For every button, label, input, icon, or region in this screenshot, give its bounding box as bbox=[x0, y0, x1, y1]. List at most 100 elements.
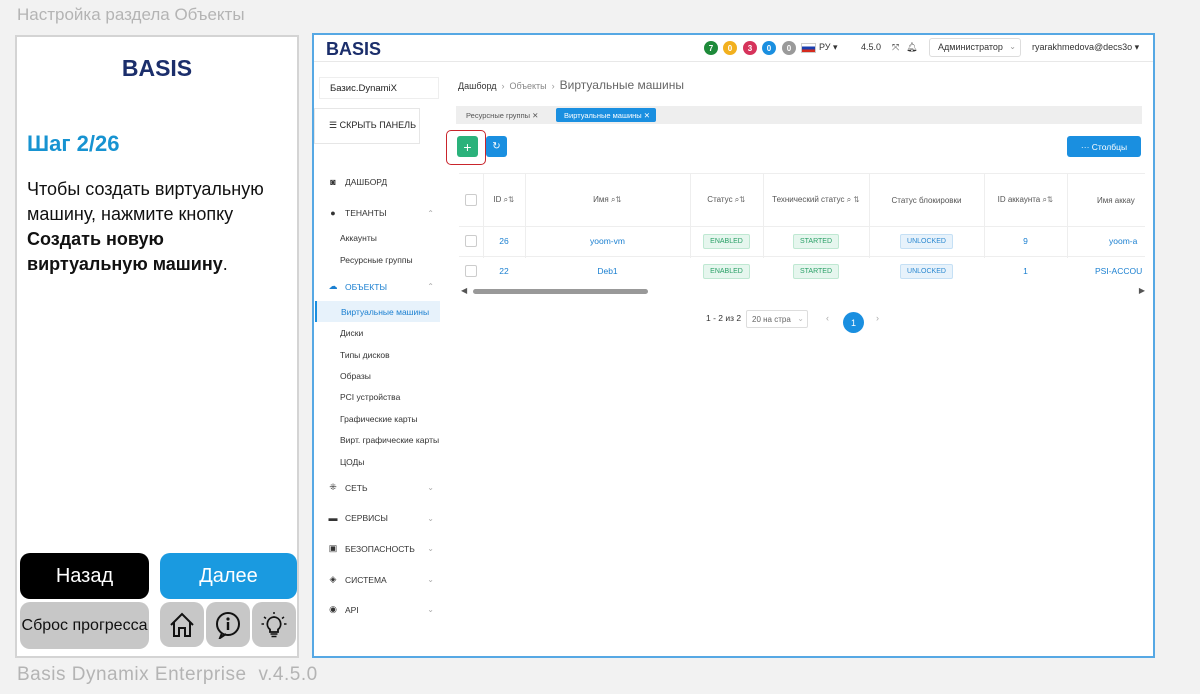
sidebar-item-virtual-machines[interactable]: Виртуальные машины bbox=[315, 301, 440, 322]
tab-resource-groups[interactable]: Ресурсные группы ✕ bbox=[458, 108, 544, 122]
breadcrumb-section[interactable]: Объекты bbox=[510, 81, 547, 91]
vm-id-link[interactable]: 26 bbox=[483, 226, 525, 256]
account-name-link[interactable]: yoom-a bbox=[1067, 226, 1145, 256]
chevron-right-icon: › bbox=[551, 81, 555, 91]
col-header-tech-status[interactable]: Технический статус ⌕ ⇅ bbox=[763, 174, 869, 226]
tab-virtual-machines[interactable]: Виртуальные машины ✕ bbox=[556, 108, 657, 122]
fullscreen-icon[interactable]: ⤧ bbox=[892, 42, 899, 53]
account-name-link[interactable]: PSI-ACCOU bbox=[1067, 256, 1145, 286]
col-header-status[interactable]: Статус ⌕⇅ bbox=[690, 174, 763, 226]
sidebar-item-gpus[interactable]: Графические карты bbox=[340, 414, 417, 424]
system-icon: ◈ bbox=[329, 574, 337, 584]
lightbulb-icon bbox=[261, 611, 287, 637]
scroll-left-icon[interactable]: ◀ bbox=[461, 286, 467, 295]
sidebar-item-disk-types[interactable]: Типы дисков bbox=[340, 350, 390, 360]
tech-status-badge: STARTED bbox=[792, 263, 840, 279]
refresh-icon: ↻ bbox=[492, 141, 501, 152]
horizontal-scrollbar[interactable]: ◀ ▶ bbox=[459, 286, 1145, 296]
status-cell: ENABLED bbox=[690, 226, 763, 256]
plus-icon: + bbox=[463, 138, 472, 155]
sidebar-item-datacenters[interactable]: ЦОДы bbox=[340, 457, 364, 467]
language-select[interactable]: РУ ▾ bbox=[819, 42, 838, 53]
app-screenshot: BASIS 7 0 3 0 0 РУ ▾ 4.5.0 ⤧ 🔔︎ Админист… bbox=[312, 33, 1155, 658]
nav-tenants[interactable]: ● ТЕНАНТЫ ⌃ bbox=[328, 208, 434, 218]
user-icon: ● bbox=[330, 208, 336, 218]
chevron-right-icon: › bbox=[501, 81, 505, 91]
sidebar-item-disks[interactable]: Диски bbox=[340, 328, 363, 338]
svg-text:BASIS: BASIS bbox=[326, 39, 381, 59]
sidebar-item-vgpus[interactable]: Вирт. графические карты bbox=[340, 435, 439, 445]
collapse-icon: ☰ bbox=[329, 120, 338, 130]
prev-page-icon[interactable]: ‹ bbox=[826, 313, 829, 323]
info-button[interactable] bbox=[206, 602, 250, 647]
nav-objects[interactable]: ☁ ОБЪЕКТЫ ⌃ bbox=[328, 281, 435, 292]
scroll-thumb[interactable] bbox=[473, 289, 648, 294]
dashboard-icon: ◙ bbox=[330, 177, 336, 187]
home-button[interactable] bbox=[160, 602, 204, 647]
create-vm-button[interactable]: + bbox=[457, 136, 478, 157]
next-page-icon[interactable]: › bbox=[876, 313, 879, 323]
back-button[interactable]: Назад bbox=[20, 553, 149, 599]
nav-system[interactable]: ◈ СИСТЕМА ⌄ bbox=[328, 574, 434, 585]
network-icon: ⁜ bbox=[329, 482, 337, 492]
columns-button[interactable]: ··· Столбцы bbox=[1067, 136, 1141, 157]
hint-button[interactable] bbox=[252, 602, 296, 647]
vm-name-link[interactable]: Deb1 bbox=[525, 256, 690, 286]
tech-status-cell: STARTED bbox=[763, 226, 869, 256]
page-size-select[interactable]: 20 на стра ⌄ bbox=[746, 310, 808, 328]
open-tabs: Ресурсные группы ✕ Виртуальные машины ✕ bbox=[456, 106, 1142, 124]
page-1-button[interactable]: 1 bbox=[843, 312, 864, 333]
next-button[interactable]: Далее bbox=[160, 553, 297, 599]
footer: Basis Dynamix Enterprise v.4.5.0 bbox=[17, 664, 318, 686]
col-header-account-id[interactable]: ID аккаунта ⌕⇅ bbox=[984, 174, 1067, 226]
bell-icon[interactable]: 🔔︎ bbox=[906, 42, 917, 53]
sidebar-item-pci-devices[interactable]: PCI устройства bbox=[340, 392, 400, 402]
nav-dashboard[interactable]: ◙ ДАШБОРД bbox=[328, 177, 434, 187]
scroll-right-icon[interactable]: ▶ bbox=[1139, 286, 1145, 295]
nav-api[interactable]: ◉ API ⌄ bbox=[328, 604, 434, 615]
chevron-down-icon: ⌄ bbox=[427, 513, 434, 523]
nav-network[interactable]: ⁜ СЕТЬ ⌄ bbox=[328, 482, 434, 493]
status-cell: ENABLED bbox=[690, 256, 763, 286]
nav-security[interactable]: ▣ БЕЗОПАСНОСТЬ ⌄ bbox=[328, 543, 434, 554]
vm-id-link[interactable]: 22 bbox=[483, 256, 525, 286]
row-checkbox[interactable] bbox=[459, 226, 483, 256]
col-header-lock-status[interactable]: Статус блокировки bbox=[869, 174, 984, 226]
nav-services[interactable]: ▬ СЕРВИСЫ ⌄ bbox=[328, 513, 435, 523]
status-count-grey[interactable]: 0 bbox=[782, 41, 796, 55]
status-count-blue[interactable]: 0 bbox=[762, 41, 776, 55]
tech-status-badge: STARTED bbox=[792, 233, 840, 249]
app-version: 4.5.0 bbox=[861, 42, 882, 52]
role-select[interactable]: Администратор ⌄ bbox=[929, 38, 1021, 57]
reset-progress-button[interactable]: Сброс прогресса bbox=[20, 602, 149, 649]
status-count-red[interactable]: 3 bbox=[743, 41, 757, 55]
refresh-button[interactable]: ↻ bbox=[486, 136, 507, 157]
user-menu[interactable]: ryarakhmedova@decs3o ▾ bbox=[1032, 42, 1139, 53]
globe-icon: ◉ bbox=[329, 604, 337, 614]
page-title: Настройка раздела Объекты bbox=[17, 5, 245, 24]
sidebar-item-accounts[interactable]: Аккаунты bbox=[340, 233, 377, 243]
product-name: Basis Dynamix Enterprise bbox=[17, 664, 247, 685]
instruction-text: Чтобы создать виртуальную машину, нажмит… bbox=[27, 179, 264, 274]
sidebar-item-images[interactable]: Образы bbox=[340, 371, 371, 381]
sidebar-item-resource-groups[interactable]: Ресурсные группы bbox=[340, 255, 413, 265]
col-header-name[interactable]: Имя ⌕⇅ bbox=[525, 174, 690, 226]
breadcrumb: Дашборд › Объекты › Виртуальные машины bbox=[458, 78, 684, 92]
col-header-account-name[interactable]: Имя аккау bbox=[1067, 174, 1145, 226]
lock-status-badge: UNLOCKED bbox=[900, 233, 953, 249]
cloud-icon: ☁ bbox=[328, 281, 338, 291]
status-count-green[interactable]: 7 bbox=[704, 41, 718, 55]
chevron-up-icon: ⌃ bbox=[427, 208, 434, 218]
lock-status-cell: UNLOCKED bbox=[869, 256, 984, 286]
breadcrumb-home[interactable]: Дашборд bbox=[458, 81, 497, 91]
tenant-name[interactable]: Базис.DynamiX bbox=[319, 77, 439, 99]
account-id-link[interactable]: 1 bbox=[984, 256, 1067, 286]
select-all-checkbox[interactable] bbox=[459, 174, 483, 226]
vm-name-link[interactable]: yoom-vm bbox=[525, 226, 690, 256]
app-logo: BASIS bbox=[326, 39, 392, 64]
hide-panel-button[interactable]: ☰ СКРЫТЬ ПАНЕЛЬ bbox=[314, 108, 420, 144]
status-count-yellow[interactable]: 0 bbox=[723, 41, 737, 55]
row-checkbox[interactable] bbox=[459, 256, 483, 286]
col-header-id[interactable]: ID ⌕⇅ bbox=[483, 174, 525, 226]
account-id-link[interactable]: 9 bbox=[984, 226, 1067, 256]
